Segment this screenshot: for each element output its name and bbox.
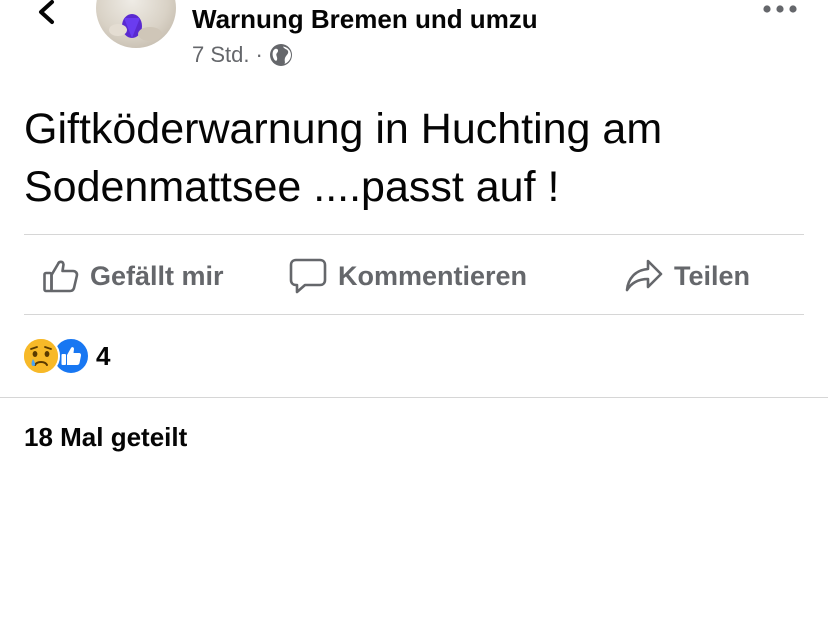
reaction-count: 4 xyxy=(96,340,111,371)
post-text-line-1: Giftköderwarnung in Huchting am xyxy=(24,105,663,153)
back-button[interactable] xyxy=(30,0,64,30)
post-time[interactable]: 7 Std. xyxy=(192,42,249,68)
thumbs-up-icon xyxy=(42,257,80,295)
share-button[interactable]: Teilen xyxy=(624,254,750,298)
avatar[interactable] xyxy=(96,0,176,48)
post-view: Warnung Bremen und umzu 7 Std. · Giftköd… xyxy=(0,0,828,628)
more-options-button[interactable] xyxy=(760,0,800,18)
divider-top xyxy=(24,234,804,235)
author-name[interactable]: Warnung Bremen und umzu xyxy=(192,4,538,35)
globe-icon xyxy=(269,44,292,66)
post-text: Giftköderwarnung in Huchting am Sodenmat… xyxy=(24,100,804,216)
comment-icon xyxy=(288,257,328,295)
chevron-left-icon xyxy=(39,0,54,24)
sad-reaction-icon xyxy=(22,337,60,375)
like-button[interactable]: Gefällt mir xyxy=(42,254,224,298)
more-dots-icon xyxy=(763,5,797,13)
avatar-image xyxy=(109,14,162,41)
divider-full xyxy=(0,397,828,398)
post-meta: 7 Std. · xyxy=(192,42,293,68)
share-label: Teilen xyxy=(674,260,751,291)
reactions-summary[interactable]: 4 xyxy=(22,337,111,375)
meta-separator: · xyxy=(255,42,263,67)
divider-bottom xyxy=(24,314,804,315)
post-text-line-2: Sodenmattsee ....passt auf ! xyxy=(24,163,560,211)
share-count[interactable]: 18 Mal geteilt xyxy=(24,422,187,453)
comment-label: Kommentieren xyxy=(338,260,528,291)
like-label: Gefällt mir xyxy=(90,260,224,291)
comment-button[interactable]: Kommentieren xyxy=(288,254,527,298)
share-arrow-icon xyxy=(624,257,664,295)
